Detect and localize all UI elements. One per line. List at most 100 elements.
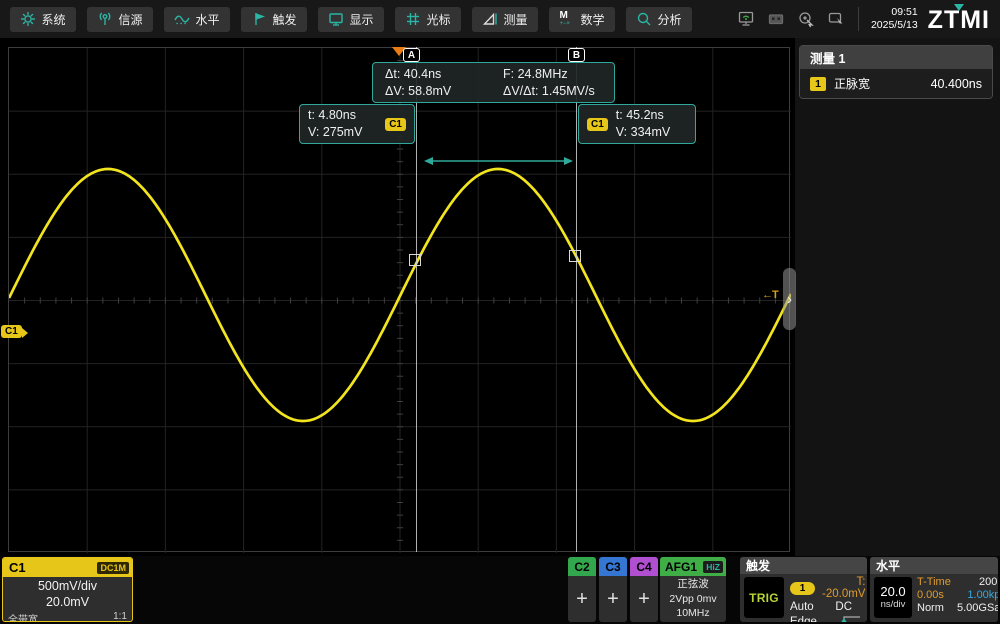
measurement-row[interactable]: 1 正脉宽 40.400ns	[800, 69, 992, 98]
usb-storage-icon[interactable]	[766, 10, 786, 28]
measure-triangle-icon	[482, 11, 498, 27]
trig-button[interactable]: TRIG	[744, 577, 784, 618]
menu-label: 水平	[195, 11, 219, 28]
trigger-mode: Auto	[790, 601, 822, 613]
menu-button-trigger[interactable]: 触发	[241, 7, 307, 32]
slope-value: ΔV/Δt: 1.45MV/s	[503, 84, 602, 98]
measurement-name: 正脉宽	[834, 75, 870, 92]
channel3-add-button[interactable]: +	[599, 576, 627, 622]
timebase-unit: ns/div	[881, 600, 906, 611]
crosshair-grid-icon	[405, 11, 421, 27]
cursor-b-volt: V: 334mV	[616, 124, 670, 141]
menu-button-analyze[interactable]: 分析	[626, 7, 692, 32]
channel4-add-button[interactable]: +	[630, 576, 658, 622]
menu-button-measure[interactable]: 测量	[472, 7, 538, 32]
math-icon: M+−×	[559, 11, 575, 27]
afg-panel[interactable]: AFG1 HiZ 正弦波 2Vpp 0mv 10MHz	[660, 557, 726, 622]
measurement-index-badge: 1	[810, 77, 826, 91]
menu-label: 触发	[272, 11, 296, 28]
channel3-panel[interactable]: C3 +	[599, 557, 627, 622]
trigger-level-marker[interactable]: ←T	[762, 289, 778, 301]
menu-button-cursor[interactable]: 光标	[395, 7, 461, 32]
trigger-panel-title: 触发	[740, 557, 867, 574]
channel1-panel[interactable]: C1 DC1M 500mV/div 20.0mV 全带宽 1:1	[2, 557, 133, 622]
trigger-settings: TRIG 1 T: -20.0mV Auto DC Edge	[740, 574, 867, 622]
flag-icon	[251, 11, 267, 27]
measurement-sidebar: 测量 1 1 正脉宽 40.400ns	[795, 38, 1000, 556]
clock-time: 09:51	[871, 6, 918, 19]
menu-label: 系统	[41, 11, 65, 28]
touch-gesture-icon[interactable]	[796, 10, 816, 28]
channel2-panel[interactable]: C2 +	[568, 557, 596, 622]
horizontal-panel[interactable]: 水平 20.0 ns/div T-Time 200ns 0.00s 1.00kp…	[870, 557, 998, 622]
trigger-panel[interactable]: 触发 TRIG 1 T: -20.0mV Auto DC Edge	[740, 557, 867, 622]
cursor-b-waveform-marker[interactable]	[569, 250, 581, 262]
channel1-footer: 全带宽 1:1	[3, 610, 132, 622]
menu-label: 光标	[426, 11, 450, 28]
menu-label: 数学	[580, 11, 604, 28]
channel4-panel[interactable]: C4 +	[630, 557, 658, 622]
channel1-bandwidth: 全带宽	[8, 611, 38, 622]
oscilloscope-app: 系统 信源 水平 触发 显示 光标 测量 M+−× 数学	[0, 0, 1000, 624]
channel2-add-button[interactable]: +	[568, 576, 596, 622]
measurement-value: 40.400ns	[931, 77, 982, 91]
bottom-status-bar: C1 DC1M 500mV/div 20.0mV 全带宽 1:1 C2 + C3…	[0, 556, 1000, 624]
menu-button-math[interactable]: M+−× 数学	[549, 7, 615, 32]
monitor-icon	[328, 11, 344, 27]
rising-edge-icon	[822, 614, 865, 622]
topbar-divider	[858, 7, 859, 31]
cursor-a-waveform-marker[interactable]	[409, 254, 421, 266]
afg-impedance-badge: HiZ	[703, 561, 723, 573]
menu-button-system[interactable]: 系统	[10, 7, 76, 32]
horizontal-grid: T-Time 200ns 0.00s 1.00kpts Norm 5.00GSa…	[917, 576, 995, 614]
cursor-b-readout: C1 t: 45.2ns V: 334mV	[578, 104, 696, 144]
network-display-icon[interactable]	[736, 10, 756, 28]
horizontal-position: 0.00s	[917, 589, 957, 601]
afg-waveform: 正弦波	[660, 577, 726, 592]
antenna-icon	[97, 11, 113, 27]
menu-button-display[interactable]: 显示	[318, 7, 384, 32]
scope-display: A B Δt: 40.4ns F: 24.8MHz ΔV: 58.8mV ΔV/…	[0, 38, 795, 556]
afg-name: AFG1	[665, 560, 697, 574]
channel2-name: C2	[568, 557, 596, 576]
channel4-name: C4	[630, 557, 658, 576]
afg-header: AFG1 HiZ	[660, 557, 726, 576]
top-menu-bar: 系统 信源 水平 触发 显示 光标 测量 M+−× 数学	[0, 0, 1000, 38]
menu-button-source[interactable]: 信源	[87, 7, 153, 32]
gear-icon	[20, 11, 36, 27]
timebase-button[interactable]: 20.0 ns/div	[874, 577, 912, 618]
panel-expand-handle[interactable]: ›	[783, 268, 796, 330]
measurement-card[interactable]: 测量 1 1 正脉宽 40.400ns	[799, 45, 993, 99]
sample-rate: 5.00GSa/s	[957, 602, 998, 614]
cursor-a-readout: t: 4.80ns V: 275mV C1	[299, 104, 415, 144]
cursor-b-line[interactable]	[576, 47, 577, 552]
cursor-a-time: t: 4.80ns	[308, 107, 362, 124]
cursor-b-time: t: 45.2ns	[616, 107, 670, 124]
horizontal-settings: 20.0 ns/div T-Time 200ns 0.00s 1.00kpts …	[870, 574, 998, 622]
trigger-source-badge: 1	[790, 582, 815, 595]
t-time-value: 200ns	[957, 576, 998, 588]
menu-button-horizontal[interactable]: 水平	[164, 7, 230, 32]
cursor-a-label[interactable]: A	[403, 48, 420, 62]
channel1-offset: 20.0mV	[3, 595, 132, 611]
channel1-ground-marker[interactable]: C1	[1, 325, 22, 338]
touch-screen-icon[interactable]	[826, 10, 846, 28]
horizontal-panel-title: 水平	[870, 557, 998, 574]
cursor-delta-readout: Δt: 40.4ns F: 24.8MHz ΔV: 58.8mV ΔV/Δt: …	[372, 62, 615, 103]
menu-label: 测量	[503, 11, 527, 28]
cursor-a-line[interactable]	[416, 47, 417, 552]
trigger-coupling: DC	[822, 601, 865, 613]
clock: 09:51 2025/5/13	[871, 6, 918, 32]
delta-v-value: ΔV: 58.8mV	[385, 84, 503, 98]
frequency-value: F: 24.8MHz	[503, 67, 602, 81]
cursor-b-label[interactable]: B	[568, 48, 585, 62]
sine-wave-icon	[174, 11, 190, 27]
channel1-probe: 1:1	[113, 611, 127, 622]
trigger-type: Edge	[790, 616, 822, 622]
magnifier-icon	[636, 11, 652, 27]
afg-amplitude: 2Vpp 0mv	[660, 592, 726, 607]
channel3-name: C3	[599, 557, 627, 576]
afg-frequency: 10MHz	[660, 606, 726, 621]
menu-label: 分析	[657, 11, 681, 28]
logo-triangle-icon	[954, 4, 964, 11]
